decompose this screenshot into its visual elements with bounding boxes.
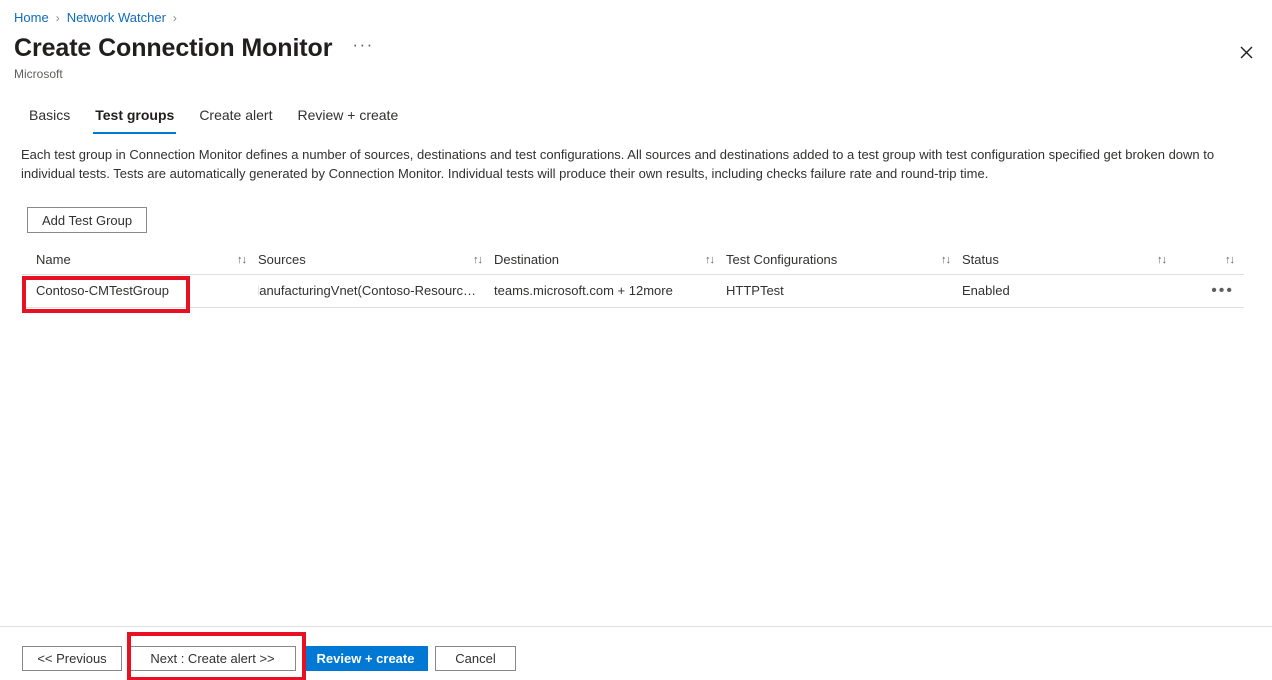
table-row[interactable]: Contoso-CMTestGroup ManufacturingVnet(Co… — [22, 275, 1244, 308]
wizard-footer: << Previous Next : Create alert >> Revie… — [0, 626, 1272, 680]
column-header-status-label: Status — [962, 251, 999, 267]
review-create-button[interactable]: Review + create — [303, 646, 428, 671]
next-create-alert-button[interactable]: Next : Create alert >> — [129, 646, 296, 671]
page-subtitle: Microsoft — [14, 67, 63, 81]
section-description: Each test group in Connection Monitor de… — [21, 147, 1215, 181]
close-icon — [1240, 46, 1252, 58]
column-header-name-label: Name — [36, 251, 71, 267]
more-options-icon[interactable]: ··· — [348, 36, 377, 60]
column-header-test-configurations-label: Test Configurations — [726, 251, 838, 267]
tab-basics[interactable]: Basics — [20, 106, 79, 134]
create-connection-monitor-blade: Home › Network Watcher › Create Connecti… — [0, 0, 1272, 680]
cell-actions[interactable]: ••• — [1178, 283, 1244, 299]
tab-create-alert[interactable]: Create alert — [190, 106, 281, 134]
add-test-group-wrapper: Add Test Group — [27, 207, 148, 233]
column-header-name[interactable]: Name ↑↓ — [22, 251, 258, 269]
cell-sources: ManufacturingVnet(Contoso-Resourc… — [258, 283, 476, 298]
breadcrumb-item-home[interactable]: Home — [14, 9, 49, 27]
close-button[interactable] — [1232, 38, 1260, 66]
footer-buttons: << Previous Next : Create alert >> Revie… — [22, 646, 516, 671]
column-header-status[interactable]: Status ↑↓ — [962, 251, 1178, 269]
cell-test-configurations: HTTPTest — [726, 283, 784, 298]
cell-destination: teams.microsoft.com + 12more — [494, 283, 673, 298]
row-context-menu-icon[interactable]: ••• — [1211, 283, 1234, 299]
add-test-group-button[interactable]: Add Test Group — [27, 207, 148, 233]
column-header-destination-label: Destination — [494, 251, 560, 267]
cancel-button[interactable]: Cancel — [435, 646, 516, 671]
breadcrumb-item-network-watcher[interactable]: Network Watcher — [67, 9, 166, 27]
sort-icon[interactable]: ↑↓ — [229, 251, 247, 269]
sort-icon[interactable]: ↑↓ — [465, 251, 483, 269]
column-header-destination[interactable]: Destination ↑↓ — [494, 251, 726, 269]
previous-button[interactable]: << Previous — [22, 646, 122, 671]
column-header-actions[interactable]: ↑↓ — [1178, 251, 1244, 269]
breadcrumb: Home › Network Watcher › — [14, 9, 184, 27]
tab-review-create[interactable]: Review + create — [288, 106, 407, 134]
cell-name[interactable]: Contoso-CMTestGroup — [22, 282, 258, 300]
sort-icon[interactable]: ↑↓ — [1149, 251, 1167, 269]
tab-test-groups[interactable]: Test groups — [86, 106, 183, 134]
cell-status: Enabled — [962, 283, 1010, 298]
breadcrumb-separator-icon: › — [55, 11, 60, 25]
title-row: Create Connection Monitor ··· — [14, 33, 378, 63]
column-header-test-configurations[interactable]: Test Configurations ↑↓ — [726, 251, 962, 269]
breadcrumb-separator-icon: › — [172, 11, 177, 25]
sort-icon[interactable]: ↑↓ — [697, 251, 715, 269]
wizard-tabs: Basics Test groups Create alert Review +… — [20, 102, 414, 134]
table-header-row: Name ↑↓ Sources ↑↓ Destination ↑↓ Test C… — [22, 245, 1244, 275]
sort-icon[interactable]: ↑↓ — [933, 251, 951, 269]
column-header-sources[interactable]: Sources ↑↓ — [258, 251, 494, 269]
test-groups-table: Name ↑↓ Sources ↑↓ Destination ↑↓ Test C… — [22, 245, 1244, 308]
sort-icon[interactable]: ↑↓ — [1217, 251, 1235, 269]
page-title: Create Connection Monitor — [14, 34, 333, 62]
column-header-sources-label: Sources — [258, 251, 306, 267]
